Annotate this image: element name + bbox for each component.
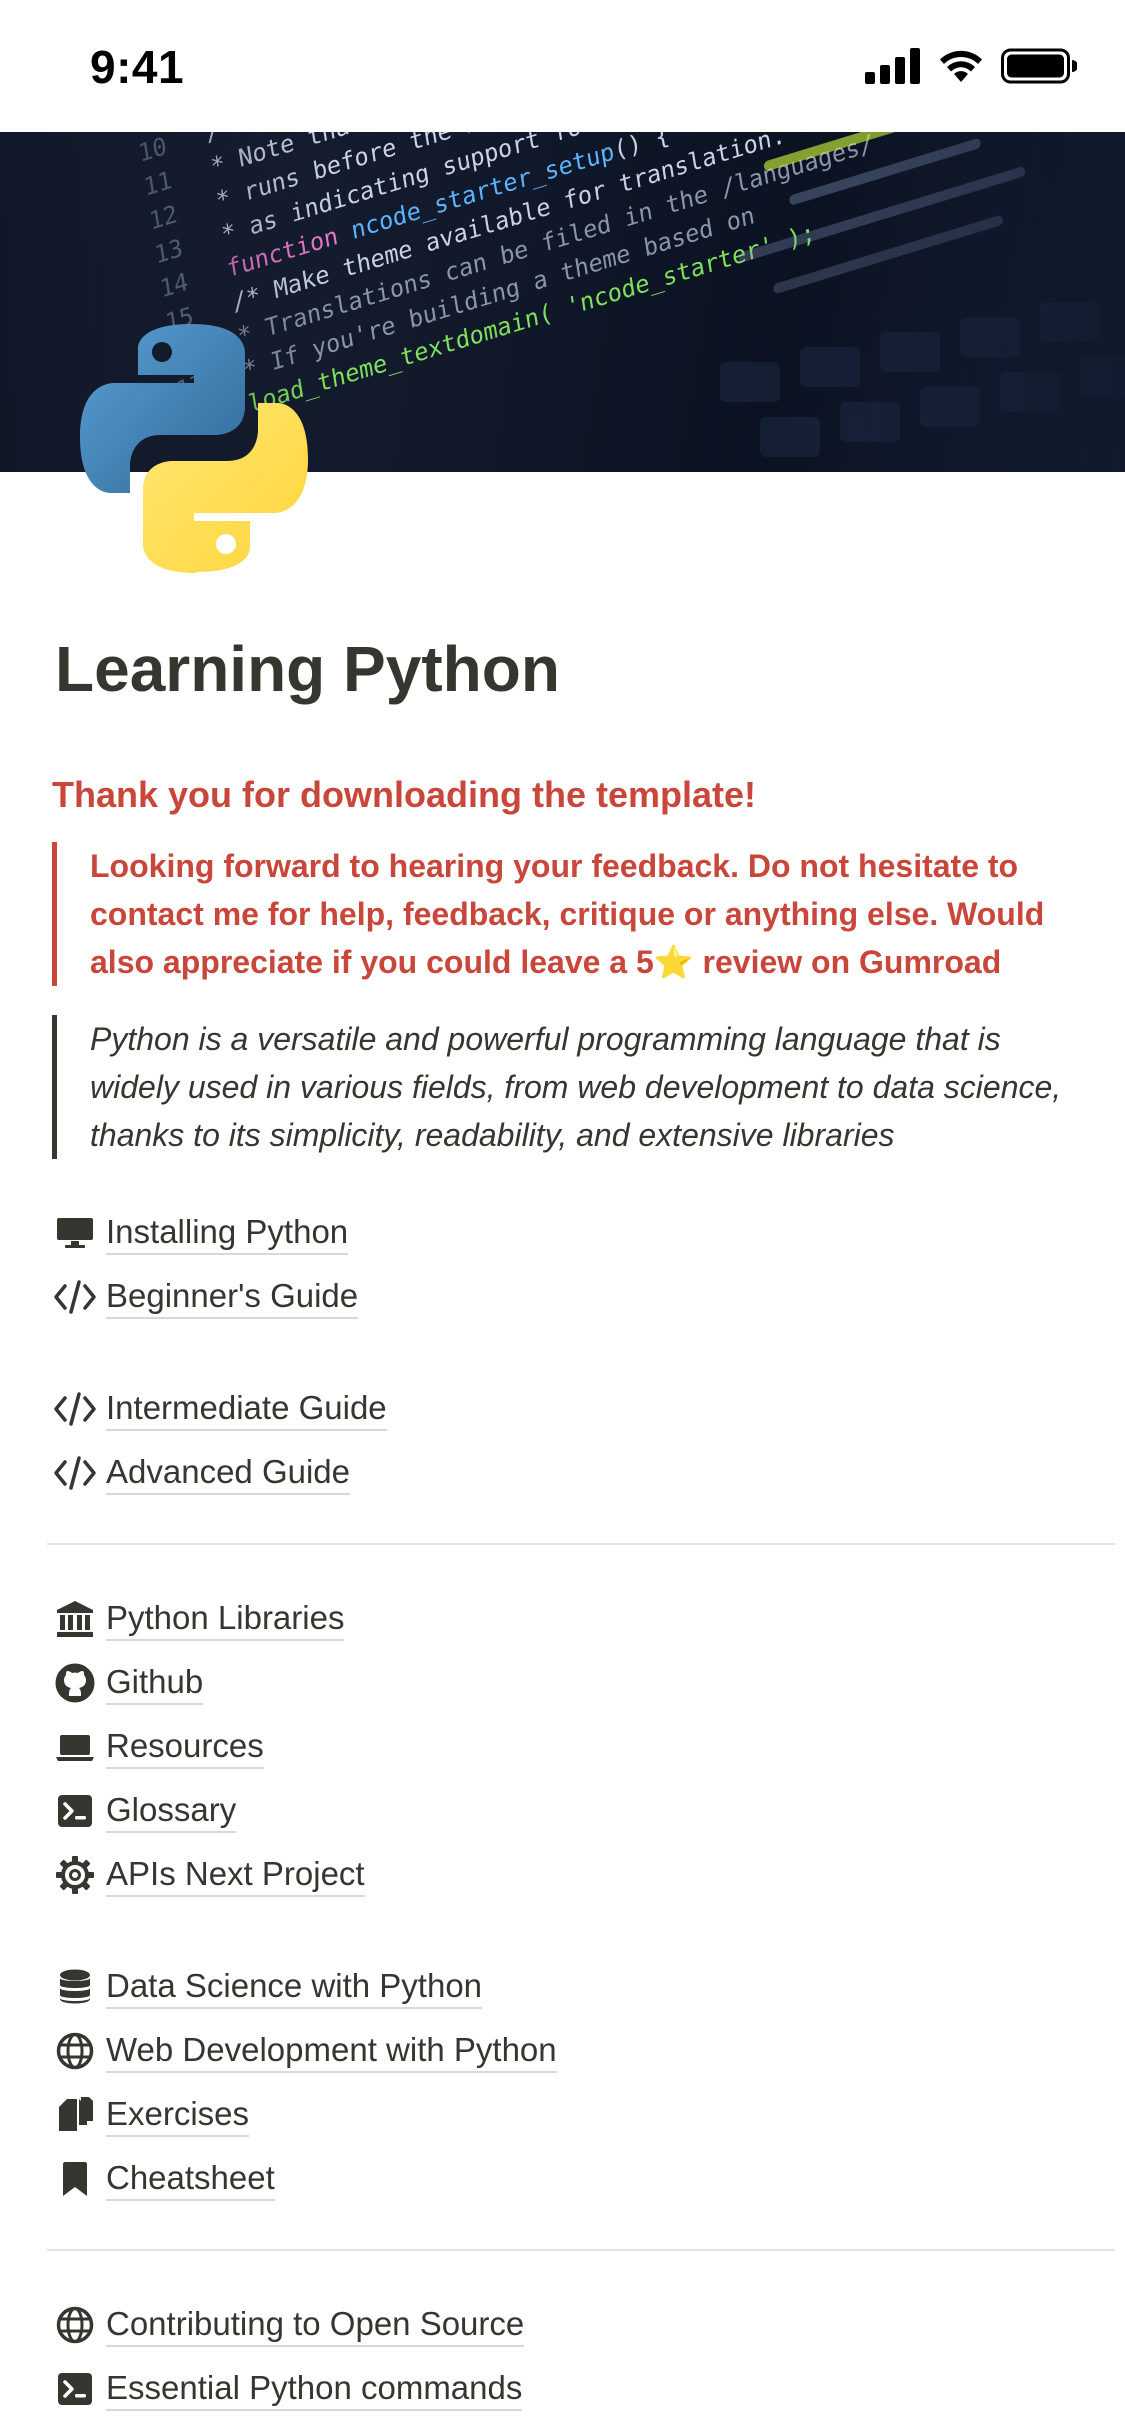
- link-label: Python Libraries: [106, 1598, 345, 1641]
- link-exercises[interactable]: Exercises: [52, 2089, 250, 2141]
- github-icon: [52, 1660, 98, 1706]
- intro-quote: Python is a versatile and powerful progr…: [52, 1015, 1082, 1159]
- wifi-icon: [940, 50, 982, 82]
- link-label: APIs Next Project: [106, 1854, 365, 1897]
- database-icon: [52, 1964, 98, 2010]
- documents-icon: [52, 2092, 98, 2138]
- link-label: Glossary: [106, 1790, 237, 1833]
- link-label: Essential Python commands: [106, 2368, 523, 2411]
- link-label: Web Development with Python: [106, 2030, 557, 2073]
- thanks-heading: Thank you for downloading the template!: [52, 774, 757, 815]
- python-logo-icon: [66, 320, 322, 576]
- link-contributing-open-source[interactable]: Contributing to Open Source: [52, 2299, 525, 2351]
- battery-icon: [1001, 48, 1077, 84]
- link-resources[interactable]: Resources: [52, 1721, 264, 1773]
- desktop-icon: [52, 1210, 98, 1256]
- link-glossary[interactable]: Glossary: [52, 1785, 237, 1837]
- link-web-development[interactable]: Web Development with Python: [52, 2025, 557, 2077]
- globe-icon: [52, 2302, 98, 2348]
- link-label: Beginner's Guide: [106, 1276, 359, 1319]
- link-label: Intermediate Guide: [106, 1388, 387, 1431]
- status-bar: 9:41: [0, 0, 1125, 132]
- link-label: Cheatsheet: [106, 2158, 275, 2201]
- status-icons: [865, 48, 1077, 84]
- bank-icon: [52, 1596, 98, 1642]
- link-cheatsheet[interactable]: Cheatsheet: [52, 2153, 275, 2205]
- link-data-science[interactable]: Data Science with Python: [52, 1961, 483, 2013]
- link-label: Github: [106, 1662, 204, 1705]
- link-github[interactable]: Github: [52, 1657, 204, 1709]
- link-label: Installing Python: [106, 1212, 349, 1255]
- divider: [47, 2249, 1115, 2251]
- cellular-signal-icon: [865, 48, 920, 84]
- terminal-icon: [52, 1788, 98, 1834]
- link-apis-next-project[interactable]: APIs Next Project: [52, 1849, 365, 1901]
- link-label: Advanced Guide: [106, 1452, 351, 1495]
- link-label: Data Science with Python: [106, 1966, 483, 2009]
- link-installing-python[interactable]: Installing Python: [52, 1207, 349, 1259]
- status-time: 9:41: [90, 41, 185, 93]
- bookmark-icon: [52, 2156, 98, 2202]
- gear-icon: [52, 1852, 98, 1898]
- code-icon: [52, 1274, 98, 1320]
- link-advanced-guide[interactable]: Advanced Guide: [52, 1447, 351, 1499]
- link-python-libraries[interactable]: Python Libraries: [52, 1593, 345, 1645]
- link-label: Resources: [106, 1726, 264, 1769]
- terminal-icon: [52, 2366, 98, 2412]
- feedback-quote: Looking forward to hearing your feedback…: [52, 842, 1072, 986]
- divider: [47, 1543, 1115, 1545]
- link-essential-commands[interactable]: Essential Python commands: [52, 2363, 523, 2415]
- laptop-icon: [52, 1724, 98, 1770]
- link-label: Contributing to Open Source: [106, 2304, 525, 2347]
- code-icon: [52, 1386, 98, 1432]
- globe-icon: [52, 2028, 98, 2074]
- code-icon: [52, 1450, 98, 1496]
- page-title: Learning Python: [55, 633, 560, 705]
- link-beginners-guide[interactable]: Beginner's Guide: [52, 1271, 359, 1323]
- link-intermediate-guide[interactable]: Intermediate Guide: [52, 1383, 387, 1435]
- link-label: Exercises: [106, 2094, 250, 2137]
